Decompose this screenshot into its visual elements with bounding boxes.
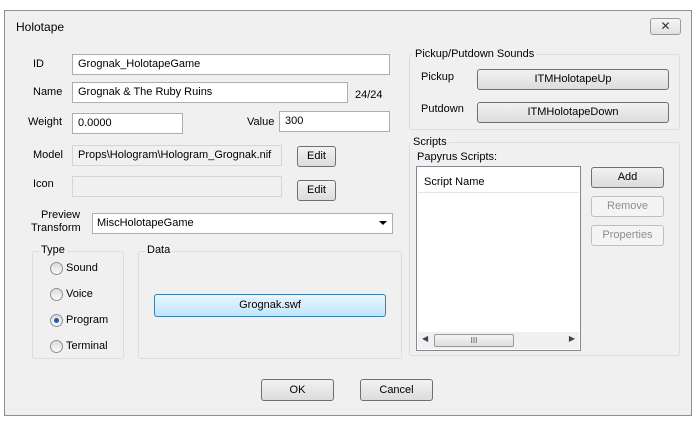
preview-transform-value: MiscHolotapeGame bbox=[97, 217, 194, 229]
icon-label: Icon bbox=[33, 178, 54, 190]
putdown-label: Putdown bbox=[421, 103, 464, 115]
title-bar: Holotape ✕ bbox=[5, 11, 691, 41]
putdown-sound-button[interactable]: ITMHolotapeDown bbox=[477, 102, 669, 123]
model-path-field: Props\Hologram\Hologram_Grognak.nif bbox=[72, 145, 282, 166]
holotape-dialog: Holotape ✕ ID Grognak_HolotapeGame Name … bbox=[4, 10, 692, 416]
horizontal-scrollbar[interactable]: ◀ III ▶ bbox=[418, 332, 579, 349]
cancel-button[interactable]: Cancel bbox=[360, 379, 433, 401]
name-field[interactable]: Grognak & The Ruby Ruins bbox=[72, 82, 348, 103]
script-name-column[interactable]: Script Name bbox=[424, 176, 485, 188]
radio-terminal-label[interactable]: Terminal bbox=[66, 340, 108, 352]
ok-button[interactable]: OK bbox=[261, 379, 334, 401]
radio-program-label[interactable]: Program bbox=[66, 314, 108, 326]
radio-terminal[interactable] bbox=[50, 340, 63, 353]
id-field[interactable]: Grognak_HolotapeGame bbox=[72, 54, 390, 75]
scroll-left-icon[interactable]: ◀ bbox=[422, 334, 428, 343]
window-title: Holotape bbox=[16, 20, 65, 34]
remove-script-button[interactable]: Remove bbox=[591, 196, 664, 217]
scroll-thumb[interactable]: III bbox=[434, 334, 514, 347]
weight-label: Weight bbox=[28, 116, 63, 128]
properties-button[interactable]: Properties bbox=[591, 225, 664, 246]
scripts-list[interactable]: Script Name ◀ III ▶ bbox=[416, 166, 581, 351]
radio-selected-dot bbox=[54, 318, 59, 323]
value-label: Value bbox=[247, 116, 275, 128]
radio-sound-label[interactable]: Sound bbox=[66, 262, 98, 274]
radio-sound[interactable] bbox=[50, 262, 63, 275]
preview-transform-select[interactable]: MiscHolotapeGame bbox=[92, 213, 393, 234]
add-script-button[interactable]: Add bbox=[591, 167, 664, 188]
sounds-group-label: Pickup/Putdown Sounds bbox=[413, 48, 537, 60]
model-edit-button[interactable]: Edit bbox=[297, 146, 336, 167]
icon-path-field bbox=[72, 176, 282, 197]
pickup-sound-button[interactable]: ITMHolotapeUp bbox=[477, 69, 669, 90]
papyrus-scripts-label: Papyrus Scripts: bbox=[417, 151, 498, 163]
scroll-right-icon[interactable]: ▶ bbox=[569, 334, 575, 343]
pickup-label: Pickup bbox=[421, 71, 455, 83]
radio-voice[interactable] bbox=[50, 288, 63, 301]
scroll-grip-icon: III bbox=[470, 336, 478, 345]
value-field[interactable]: 300 bbox=[279, 111, 390, 132]
weight-field[interactable]: 0.0000 bbox=[72, 113, 183, 134]
name-char-count: 24/24 bbox=[355, 89, 383, 101]
transform-label: Transform bbox=[31, 222, 81, 234]
radio-program[interactable] bbox=[50, 314, 63, 327]
scripts-group-label: Scripts bbox=[411, 136, 449, 148]
close-button[interactable]: ✕ bbox=[650, 18, 681, 35]
id-label: ID bbox=[33, 58, 44, 70]
chevron-down-icon bbox=[379, 221, 387, 225]
model-label: Model bbox=[33, 149, 63, 161]
radio-voice-label[interactable]: Voice bbox=[66, 288, 93, 300]
list-column-header[interactable]: Script Name bbox=[418, 168, 579, 193]
preview-label: Preview bbox=[41, 209, 81, 221]
data-group-label: Data bbox=[145, 244, 173, 256]
type-group-label: Type bbox=[39, 244, 67, 256]
close-icon: ✕ bbox=[660, 19, 671, 33]
data-file-button[interactable]: Grognak.swf bbox=[154, 294, 386, 317]
name-label: Name bbox=[33, 86, 63, 98]
icon-edit-button[interactable]: Edit bbox=[297, 180, 336, 201]
